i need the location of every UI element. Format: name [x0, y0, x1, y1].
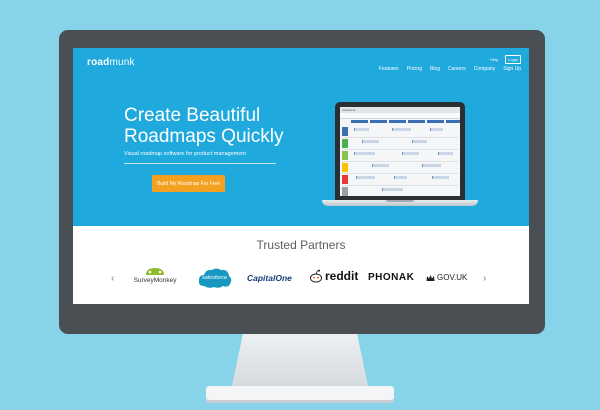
login-button[interactable]: Login — [505, 55, 521, 64]
monitor-stand-neck — [232, 334, 368, 386]
salesforce-logo: salesforce — [198, 267, 232, 289]
roadmap-card — [438, 152, 453, 155]
column-header — [370, 120, 387, 123]
laptop-notch — [386, 200, 414, 202]
roadmap-card — [354, 152, 375, 155]
carousel-prev-icon[interactable]: ‹ — [111, 273, 114, 284]
nav-features[interactable]: Features — [379, 66, 399, 72]
lane-label — [342, 151, 348, 160]
hero-section: roadmunk Help Login Features Pricing Blo… — [73, 48, 529, 226]
lane-label — [342, 127, 348, 136]
swimlane — [342, 138, 458, 150]
roadmap-card — [362, 140, 379, 143]
roadmap-card — [354, 128, 369, 131]
column-header — [446, 120, 460, 123]
app-column-headers — [351, 120, 460, 123]
roadmunk-logo[interactable]: roadmunk — [87, 57, 135, 68]
nav-careers[interactable]: Careers — [448, 66, 466, 72]
trusted-partners-heading: Trusted Partners — [256, 238, 346, 252]
roadmap-card — [432, 176, 449, 179]
roadmap-card — [422, 164, 441, 167]
website-screen: roadmunk Help Login Features Pricing Blo… — [73, 48, 529, 304]
roadmap-card — [430, 128, 443, 131]
capitalone-logo: CapitalOne — [247, 273, 292, 283]
roadmap-card — [394, 176, 407, 179]
build-roadmap-button[interactable]: Build My Roadmap For Free — [152, 175, 225, 192]
lane-label — [342, 139, 348, 148]
roadmap-card — [372, 164, 389, 167]
roadmap-card — [382, 188, 403, 191]
roadmap-card — [402, 152, 419, 155]
carousel-next-icon[interactable]: › — [483, 273, 486, 284]
hero-title: Create Beautiful Roadmaps Quickly — [124, 105, 284, 147]
monitor-stand-base — [206, 386, 394, 400]
swimlane — [342, 174, 458, 186]
surveymonkey-icon — [146, 268, 164, 275]
lane-label — [342, 175, 348, 184]
reddit-alien-icon — [310, 269, 322, 283]
nav-company[interactable]: Company — [474, 66, 495, 72]
nav-blog[interactable]: Blog — [430, 66, 440, 72]
column-header — [351, 120, 368, 123]
laptop-app-screenshot: roadmunk — [340, 107, 460, 196]
nav-pricing[interactable]: Pricing — [407, 66, 422, 72]
roadmap-card — [356, 176, 375, 179]
nav-sign-up[interactable]: Sign Up — [503, 66, 521, 72]
main-nav: Features Pricing Blog Careers Company Si… — [379, 66, 521, 72]
swimlane — [342, 126, 458, 138]
swimlane — [342, 150, 458, 162]
surveymonkey-logo: SurveyMonkey — [126, 266, 184, 284]
reddit-logo: reddit — [309, 269, 358, 283]
swimlane — [342, 186, 458, 196]
swimlane — [342, 162, 458, 174]
help-link[interactable]: Help — [488, 56, 500, 63]
govuk-logo: GOV.UK — [426, 273, 467, 282]
roadmap-card — [412, 140, 427, 143]
column-header — [389, 120, 406, 123]
hero-divider — [124, 163, 276, 164]
column-header — [427, 120, 444, 123]
roadmap-card — [392, 128, 411, 131]
lane-label — [342, 187, 348, 196]
top-utility-links: Help Login — [488, 55, 521, 64]
hero-subtitle: Visual roadmap software for product mana… — [124, 151, 246, 157]
app-toolbar — [340, 113, 460, 119]
laptop-illustration: roadmunk — [335, 102, 465, 200]
crown-icon — [426, 274, 435, 281]
phonak-logo: PHONAK — [368, 272, 415, 283]
app-swimlanes — [342, 126, 458, 196]
column-header — [408, 120, 425, 123]
lane-label — [342, 163, 348, 172]
